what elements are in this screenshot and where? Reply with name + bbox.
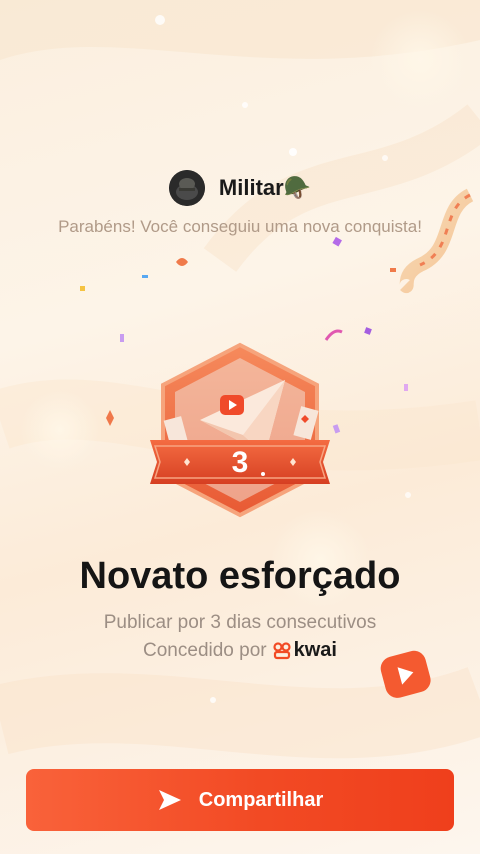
congrats-message: Parabéns! Você conseguiu uma nova conqui… bbox=[58, 217, 422, 236]
kwai-logo-icon bbox=[273, 641, 291, 659]
share-button-label: Compartilhar bbox=[198, 788, 324, 811]
share-button[interactable]: Compartilhar bbox=[26, 769, 454, 831]
avatar bbox=[168, 170, 205, 206]
badge-number: 3 bbox=[232, 446, 249, 479]
awarded-by: Concedido por kwai bbox=[0, 639, 480, 662]
avatar-icon bbox=[168, 170, 205, 206]
kwai-brand-text: kwai bbox=[293, 639, 337, 661]
achievement-title: Novato esforçado bbox=[79, 555, 401, 597]
awarded-by-label: Concedido por bbox=[143, 639, 267, 661]
username: Militar🪖 bbox=[218, 175, 312, 200]
achievement-badge: 3 bbox=[150, 342, 330, 518]
user-header: Militar🪖 bbox=[0, 170, 480, 206]
kwai-logo: kwai bbox=[273, 639, 337, 662]
achievement-description: Publicar por 3 dias consecutivos bbox=[103, 612, 377, 633]
send-arrow-icon bbox=[158, 790, 181, 810]
